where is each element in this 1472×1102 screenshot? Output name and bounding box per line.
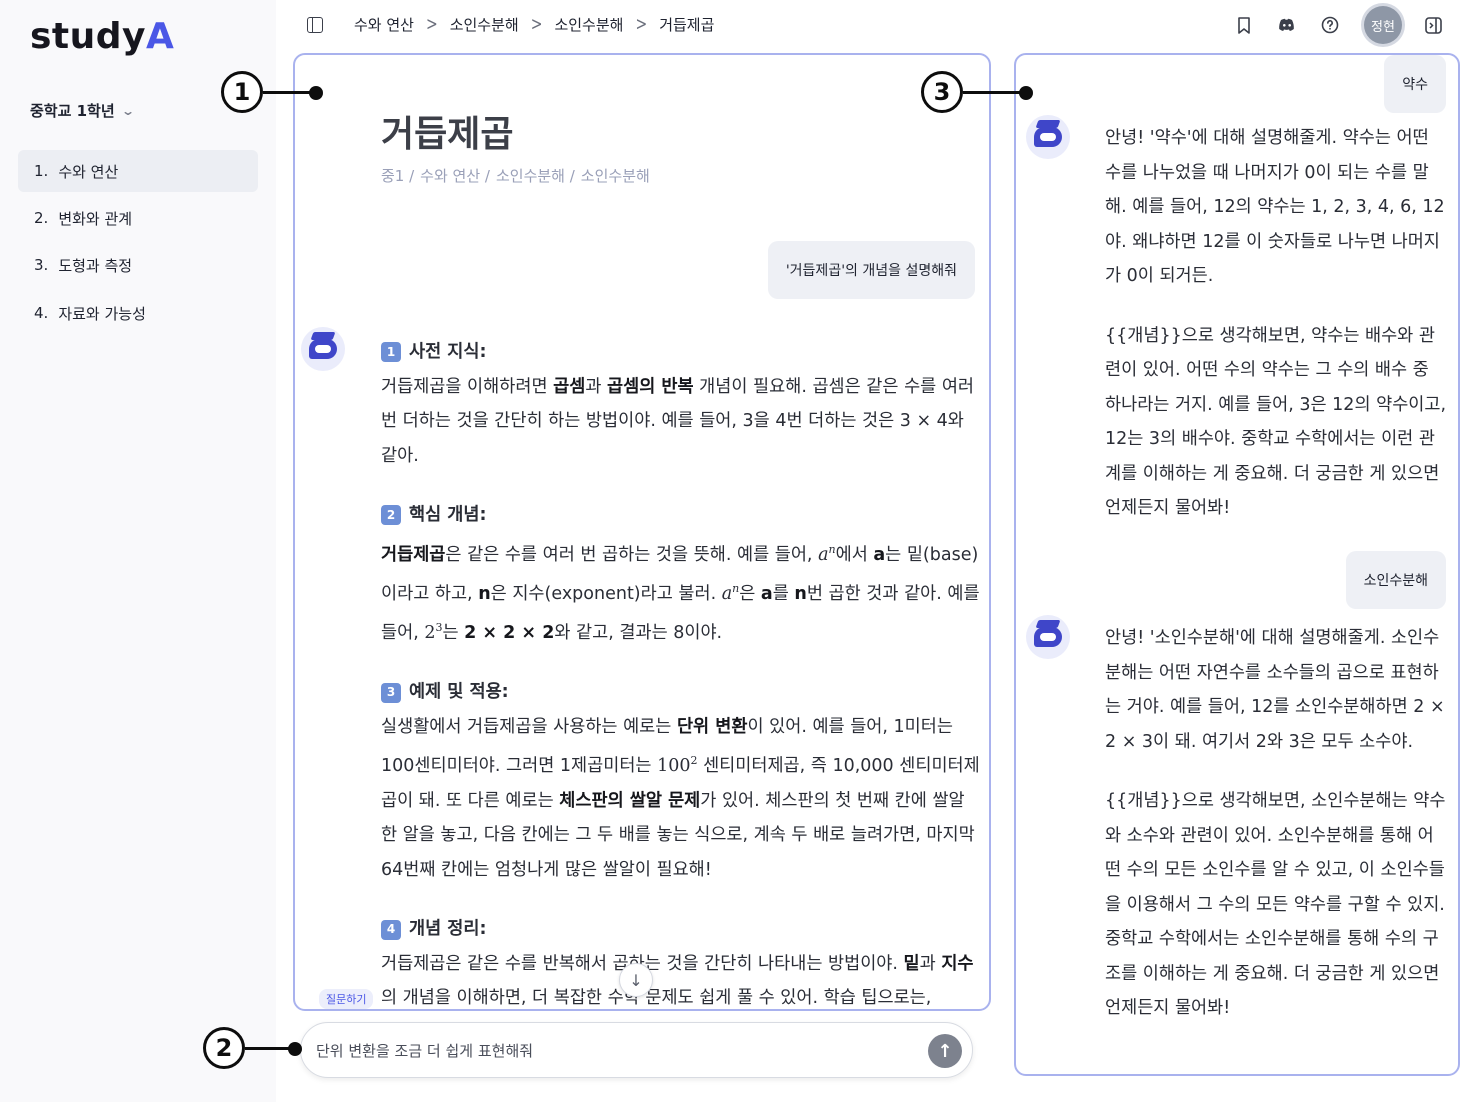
section-body: 실생활에서 거듭제곱을 사용하는 예로는 단위 변환이 있어. 예를 들어, 1… (381, 716, 980, 880)
user-message-text: 소인수분해 (1363, 573, 1428, 589)
bot-message-paragraph: 안녕! '소인수분해'에 대해 설명해줄게. 소인수분해는 어떤 자연수를 소수… (1105, 628, 1445, 752)
sidebar-item-label: 도형과 측정 (58, 256, 133, 275)
avatar-text: 정현 (1371, 19, 1395, 35)
chevron-down-icon: ⌄ (120, 103, 135, 118)
chat-input-bar: ↑ (300, 1022, 973, 1078)
topic-path-item[interactable]: 중1 / (381, 165, 414, 186)
sidebar-item-label: 자료와 가능성 (58, 304, 146, 323)
callout-2-line (245, 1047, 293, 1050)
arrow-up-icon: ↑ (937, 1040, 953, 1062)
user-message-text: '거듭제곱'의 개념을 설명해줘 (785, 263, 957, 279)
user-message-bubble: 약수 (1384, 55, 1446, 113)
bot-message-paragraph: {{개념}}으로 생각해보면, 약수는 배수와 관련이 있어. 어떤 수의 약수… (1105, 325, 1447, 519)
ask-question-tag[interactable]: 질문하기 (319, 989, 374, 1009)
number-badge-icon: 4 (381, 919, 401, 940)
scroll-down-button[interactable]: ↓ (619, 963, 653, 997)
user-message-text: 약수 (1402, 77, 1428, 93)
section-title: 개념 정리: (409, 919, 487, 940)
top-header: 수와 연산 > 소인수분해 > 소인수분해 > 거듭제곱 정현 (276, 0, 1472, 50)
number-badge-icon: 3 (381, 682, 401, 703)
bot-message-paragraph: {{개념}}으로 생각해보면, 소인수분해는 약수와 소수와 관련이 있어. 소… (1105, 791, 1446, 1018)
user-message-bubble: '거듭제곱'의 개념을 설명해줘 (767, 241, 975, 299)
bot-avatar-icon (1026, 115, 1070, 159)
callout-2-badge: 2 (203, 1027, 245, 1069)
page-title: 거듭제곱 (381, 114, 514, 155)
bot-message: 안녕! '소인수분해'에 대해 설명해줄게. 소인수분해는 어떤 자연수를 소수… (1105, 621, 1449, 1026)
side-chat-panel: 약수 안녕! '약수'에 대해 설명해줄게. 약수는 어떤 수를 나누었을 때 … (1014, 53, 1460, 1076)
send-button[interactable]: ↑ (928, 1034, 962, 1068)
callout-number: 3 (933, 78, 951, 106)
section-heading: 3 예제 및 적용: (381, 675, 981, 710)
help-icon[interactable] (1319, 14, 1341, 36)
section-body: 거듭제곱은 같은 수를 여러 번 곱하는 것을 뜻해. 예를 들어, an에서 … (381, 542, 980, 643)
sidebar: studyA 중학교 1학년 ⌄ 1. 수와 연산 2. 변화와 관계 3. 도형과 … (0, 0, 276, 1102)
grade-selector[interactable]: 중학교 1학년 ⌄ (30, 100, 135, 121)
callout-3-line (963, 91, 1023, 94)
bot-avatar-icon (1026, 615, 1070, 659)
user-message-bubble: 소인수분해 (1345, 551, 1446, 609)
bookmark-icon[interactable] (1233, 14, 1255, 36)
topic-path: 중1 / 수와 연산 / 소인수분해 / 소인수분해 (381, 165, 650, 186)
callout-1-dot (309, 86, 323, 100)
breadcrumb-item[interactable]: 수와 연산 (354, 14, 414, 35)
topic-path-item[interactable]: 수와 연산 / (420, 165, 490, 186)
topic-path-item[interactable]: 소인수분해 (581, 165, 650, 186)
sidebar-toggle-icon[interactable] (304, 14, 326, 36)
callout-3-badge: 3 (921, 71, 963, 113)
section-heading: 4 개념 정리: (381, 912, 981, 947)
sidebar-item-statistics[interactable]: 4. 자료와 가능성 (18, 292, 258, 334)
callout-1-badge: 1 (221, 71, 263, 113)
logo-text: study (30, 16, 147, 57)
callout-1-line (263, 91, 313, 94)
panel-toggle-icon[interactable] (1422, 14, 1444, 36)
callout-number: 2 (215, 1034, 233, 1062)
avatar[interactable]: 정현 (1364, 6, 1402, 44)
breadcrumb-item[interactable]: 소인수분해 (554, 14, 623, 35)
bot-avatar-icon (301, 327, 345, 371)
sidebar-item-geometry[interactable]: 3. 도형과 측정 (18, 244, 258, 286)
bot-message-paragraph: 안녕! '약수'에 대해 설명해줄게. 약수는 어떤 수를 나누었을 때 나머지… (1105, 128, 1445, 286)
section-heading: 1 사전 지식: (381, 335, 981, 370)
sidebar-item-number: 1. (34, 162, 49, 180)
chevron-right-icon: > (425, 14, 438, 35)
sidebar-item-change-relation[interactable]: 2. 변화와 관계 (18, 197, 258, 239)
breadcrumb-item-current: 거듭제곱 (659, 16, 715, 34)
sidebar-item-label: 수와 연산 (58, 162, 119, 181)
sidebar-item-number: 4. (34, 304, 49, 322)
sidebar-item-label: 변화와 관계 (58, 209, 133, 228)
bot-answer: 1 사전 지식: 거듭제곱을 이해하려면 곱셈과 곱셈의 반복 개념이 필요해.… (381, 335, 981, 1009)
section-body: 거듭제곱은 같은 수를 반복해서 곱하는 것을 간단히 나타내는 방법이야. 밑… (381, 953, 974, 1009)
chevron-right-icon: > (530, 14, 543, 35)
breadcrumb-item[interactable]: 소인수분해 (450, 14, 519, 35)
bot-message: 안녕! '약수'에 대해 설명해줄게. 약수는 어떤 수를 나누었을 때 나머지… (1105, 121, 1449, 526)
section-title: 핵심 개념: (409, 505, 487, 525)
chevron-right-icon: > (635, 14, 648, 35)
discord-icon[interactable] (1276, 14, 1298, 36)
section-title: 예제 및 적용: (409, 682, 509, 703)
main-content-panel: 거듭제곱 중1 / 수와 연산 / 소인수분해 / 소인수분해 '거듭제곱'의 … (293, 53, 991, 1011)
topic-path-item[interactable]: 소인수분해 / (496, 165, 575, 186)
logo[interactable]: studyA (30, 16, 174, 57)
arrow-down-icon: ↓ (629, 970, 643, 990)
callout-3-dot (1019, 86, 1033, 100)
sidebar-item-number: 3. (34, 256, 49, 274)
chat-input[interactable] (316, 1041, 916, 1059)
section-title: 사전 지식: (409, 342, 487, 362)
grade-label: 중학교 1학년 (30, 102, 115, 120)
breadcrumb: 수와 연산 > 소인수분해 > 소인수분해 > 거듭제곱 (354, 14, 714, 35)
number-badge-icon: 1 (381, 342, 401, 363)
callout-2-dot (288, 1042, 302, 1056)
number-badge-icon: 2 (381, 505, 401, 526)
section-heading: 2 핵심 개념: (381, 498, 981, 533)
sidebar-item-number: 2. (34, 209, 49, 227)
callout-number: 1 (233, 78, 251, 106)
section-body: 거듭제곱을 이해하려면 곱셈과 곱셈의 반복 개념이 필요해. 곱셈은 같은 수… (381, 376, 975, 466)
sidebar-item-number-operations[interactable]: 1. 수와 연산 (18, 150, 258, 192)
logo-accent: A (146, 16, 175, 57)
